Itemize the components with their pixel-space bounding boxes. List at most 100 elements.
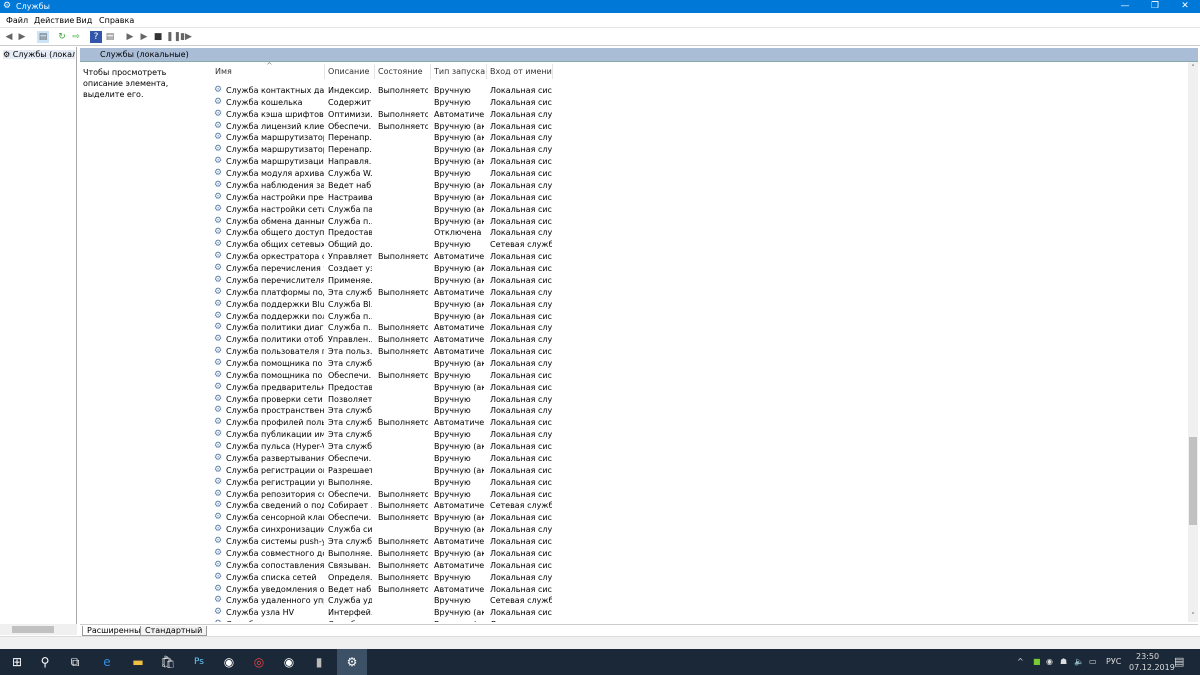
clock-date[interactable]: 07.12.2019 bbox=[1129, 663, 1175, 672]
chrome-icon[interactable]: ◎ bbox=[245, 649, 273, 675]
restart-icon[interactable]: ▮▶ bbox=[180, 31, 192, 43]
maximize-button[interactable]: ❐ bbox=[1140, 0, 1170, 13]
menu-view[interactable]: Вид bbox=[76, 16, 92, 25]
close-button[interactable]: ✕ bbox=[1170, 0, 1200, 13]
tray-expand-icon[interactable]: ^ bbox=[1017, 657, 1024, 666]
network-icon[interactable]: ▭ bbox=[1089, 657, 1097, 666]
table-row[interactable]: ⚙Служба платформы подк... Эта служб... Вып… bbox=[210, 287, 810, 299]
horizontal-scrollbar[interactable] bbox=[0, 624, 77, 635]
forward-icon[interactable]: ▶ bbox=[16, 31, 28, 43]
nvidia-icon[interactable]: ■ bbox=[1033, 657, 1041, 666]
table-row[interactable]: ⚙Служба настройки преоб... Настраива... Вр… bbox=[210, 192, 810, 204]
services-taskbar-icon[interactable]: ⚙ bbox=[337, 649, 367, 675]
table-row[interactable]: ⚙Служба контактных данн... Индексир... Вып… bbox=[210, 85, 810, 97]
scroll-up-icon[interactable]: ˄ bbox=[1188, 64, 1198, 72]
table-row[interactable]: ⚙Служба пульса (Hyper-V) Эта служб... Вруч… bbox=[210, 441, 810, 453]
back-icon[interactable]: ◀ bbox=[3, 31, 15, 43]
scroll-down-icon[interactable]: ˅ bbox=[1188, 612, 1198, 620]
table-row[interactable]: ⚙Служба кошелька Содержит ... Вручную Локал… bbox=[210, 97, 810, 109]
table-row[interactable]: ⚙Служба оркестратора обн... Управляет... В… bbox=[210, 251, 810, 263]
table-row[interactable]: ⚙Служба перечисления уст... Создает уз...… bbox=[210, 263, 810, 275]
task-view-icon[interactable]: ⧉ bbox=[61, 649, 89, 675]
tab-standard[interactable]: Стандартный bbox=[140, 626, 208, 636]
column-header-logon-as[interactable]: Вход от имени bbox=[490, 67, 552, 76]
column-header-name[interactable]: Имя bbox=[215, 67, 232, 76]
table-row[interactable]: ⚙Служба узла HVИнтерфей...Вручную (ак...… bbox=[210, 607, 810, 619]
table-row[interactable]: ⚙Служба помощника по со... Обеспечи... Вып… bbox=[210, 370, 810, 382]
table-row[interactable]: ⚙Служба сенсорной клавиа... Обеспечи... Вы… bbox=[210, 512, 810, 524]
steam-icon[interactable]: ◉ bbox=[215, 649, 243, 675]
table-row[interactable]: ⚙Служба публикации имен... Эта служб... Вр… bbox=[210, 429, 810, 441]
table-row[interactable]: ⚙Служба регистрации упра... Выполняе... Вр… bbox=[210, 477, 810, 489]
table-row[interactable]: ⚙Служба удаленного управ... Служба уд... В… bbox=[210, 595, 810, 607]
properties-icon[interactable]: ▤ bbox=[104, 31, 116, 43]
table-row[interactable]: ⚙Служба предварительной ... Предостав... В… bbox=[210, 382, 810, 394]
explorer-icon[interactable]: ▬ bbox=[124, 649, 152, 675]
start-icon[interactable]: ▶ bbox=[124, 31, 136, 43]
table-row[interactable]: ⚙Служба маршрутизатора ... Перенапр... Вру… bbox=[210, 132, 810, 144]
table-row[interactable]: ⚙Служба поддержки Blueto... Служба Bl... В… bbox=[210, 299, 810, 311]
table-row[interactable]: ⚙Служба поддержки польз... Служба п... Вру… bbox=[210, 311, 810, 323]
vertical-scrollbar[interactable] bbox=[1188, 62, 1198, 622]
table-row[interactable]: ⚙Служба обмена данными ... Служба п... Вру… bbox=[210, 216, 810, 228]
table-row[interactable]: ⚙Служба списка сетей Определя... Выполняет… bbox=[210, 572, 810, 584]
notifications-icon[interactable]: ▤ bbox=[1174, 655, 1184, 668]
table-row[interactable]: ⚙Служба репозитория сост... Обеспечи... Вы… bbox=[210, 489, 810, 501]
column-divider[interactable] bbox=[552, 64, 553, 79]
column-header-description[interactable]: Описание bbox=[328, 67, 369, 76]
table-row[interactable]: ⚙Служба уведомления о си... Ведет наб... В… bbox=[210, 584, 810, 596]
column-header-status[interactable]: Состояние bbox=[378, 67, 423, 76]
tree-item-services[interactable]: ⚙ Службы (локалы bbox=[3, 50, 75, 59]
steam-tray-icon[interactable]: ◉ bbox=[1046, 657, 1053, 666]
table-row[interactable]: ⚙Служба синхронизации в... Служба си... Вр… bbox=[210, 524, 810, 536]
minimize-button[interactable]: — bbox=[1110, 0, 1140, 13]
table-row[interactable]: ⚙Служба сведений о подкл... Собирает ... В… bbox=[210, 500, 810, 512]
clock-time[interactable]: 23:50 bbox=[1136, 652, 1159, 661]
table-row[interactable]: ⚙Служба проверки сети Wi... Позволяет... В… bbox=[210, 394, 810, 406]
table-row[interactable]: ⚙Служба пользователя пла... Эта польз... В… bbox=[210, 346, 810, 358]
table-row[interactable]: ⚙Служба общих сетевых ре... Общий до... Вр… bbox=[210, 239, 810, 251]
table-row[interactable]: ⚙Служба лицензий клиента... Обеспечи... Вы… bbox=[210, 121, 810, 133]
column-divider[interactable] bbox=[324, 64, 325, 79]
hscroll-thumb[interactable] bbox=[12, 626, 54, 633]
help-icon[interactable]: ? bbox=[90, 31, 102, 43]
pause-icon[interactable]: ❚❚ bbox=[166, 31, 181, 43]
table-row[interactable]: ⚙Служба политики диагнос... Служба п... Вы… bbox=[210, 322, 810, 334]
column-header-startup-type[interactable]: Тип запуска bbox=[434, 67, 485, 76]
table-row[interactable]: ⚙Служба помощника по ло... Эта служб... Вр… bbox=[210, 358, 810, 370]
table-row[interactable]: ⚙Служба системы push-уве... Эта служб... В… bbox=[210, 536, 810, 548]
search-icon[interactable]: ⚲ bbox=[31, 649, 59, 675]
app-icon[interactable]: ▮ bbox=[305, 649, 333, 675]
table-row[interactable]: ⚙Служба политики отобра... Управлен... Вып… bbox=[210, 334, 810, 346]
menu-file[interactable]: Файл bbox=[6, 16, 28, 25]
language-indicator[interactable]: РУС bbox=[1106, 657, 1121, 666]
refresh-icon[interactable]: ↻ bbox=[56, 31, 68, 43]
table-row[interactable]: ⚙Служба развертывания Ap... Обеспечи... Вр… bbox=[210, 453, 810, 465]
volume-icon[interactable]: 🔈 bbox=[1074, 657, 1084, 666]
table-row[interactable]: ⚙Служба кэша шрифтов Wi... Оптимизи... Вып… bbox=[210, 109, 810, 121]
table-row[interactable]: ⚙Служба перечислителя пе... Применяе... Вр… bbox=[210, 275, 810, 287]
table-row[interactable]: ⚙Служба пространственны... Эта служб... Вр… bbox=[210, 405, 810, 417]
menu-help[interactable]: Справка bbox=[99, 16, 134, 25]
table-row[interactable]: ⚙Служба регистрации оши... Разрешает... Вр… bbox=[210, 465, 810, 477]
stop-icon[interactable]: ■ bbox=[152, 31, 164, 43]
table-row[interactable]: ⚙Служба модуля архиваци... Служба W... Вру… bbox=[210, 168, 810, 180]
column-divider[interactable] bbox=[374, 64, 375, 79]
edge-icon[interactable]: e bbox=[93, 649, 121, 675]
scrollbar-thumb[interactable] bbox=[1189, 437, 1197, 525]
start-alt-icon[interactable]: ▶ bbox=[138, 31, 150, 43]
table-row[interactable]: ⚙Служба профилей пользо... Эта служб... Вы… bbox=[210, 417, 810, 429]
table-row[interactable]: ⚙Служба наблюдения за да... Ведет наб... В… bbox=[210, 180, 810, 192]
table-row[interactable]: ⚙Служба настройки сети Служба па... Вручну… bbox=[210, 204, 810, 216]
table-row[interactable]: ⚙ Служба узла поставщика ... Служба уз... В… bbox=[210, 619, 810, 622]
photoshop-icon[interactable]: Ps bbox=[185, 649, 213, 675]
table-row[interactable]: ⚙Служба маршрутизации р... Направля... Вру… bbox=[210, 156, 810, 168]
menu-action[interactable]: Действие bbox=[34, 16, 74, 25]
console-tree-icon[interactable]: ▤ bbox=[37, 31, 49, 43]
table-row[interactable]: ⚙Служба маршрутизатора ... Перенапр... Вру… bbox=[210, 144, 810, 156]
table-row[interactable]: ⚙Служба общего доступа к ... Предостав...… bbox=[210, 227, 810, 239]
column-divider[interactable] bbox=[430, 64, 431, 79]
table-row[interactable]: ⚙Служба сопоставления ус... Связыван... Вы… bbox=[210, 560, 810, 572]
column-divider[interactable] bbox=[486, 64, 487, 79]
table-row[interactable]: ⚙Служба совместного дост... Выполняе... Вы… bbox=[210, 548, 810, 560]
